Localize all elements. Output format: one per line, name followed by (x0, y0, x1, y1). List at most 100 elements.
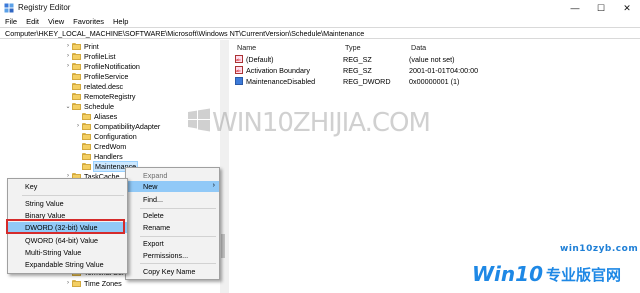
value-data: 2001-01-01T04:00:00 (409, 65, 479, 75)
value-data: 0x00000001 (1) (409, 76, 460, 86)
folder-icon (72, 82, 81, 90)
menu-edit[interactable]: Edit (26, 17, 39, 26)
menu-favorites[interactable]: Favorites (73, 17, 104, 26)
menu-separator (22, 195, 124, 196)
brand-logo-cn-text: 专业版官网 (546, 265, 622, 284)
menu-separator (140, 263, 216, 264)
title-bar: Registry Editor — ☐ ✕ (0, 0, 640, 17)
tree-item-time-zones[interactable]: › Time Zones (64, 278, 122, 288)
tree-item-profileservice[interactable]: ProfileService (64, 71, 128, 81)
submenu-item-multi-string-value[interactable]: Multi-String Value (8, 247, 127, 258)
window-title: Registry Editor (18, 3, 71, 12)
value-row[interactable]: MaintenanceDisabled REG_DWORD 0x00000001… (235, 76, 635, 86)
dword-value-icon (235, 77, 243, 85)
tree-item-handlers[interactable]: Handlers (74, 151, 123, 161)
column-header-name[interactable]: Name (237, 43, 256, 52)
tree-item-label: Configuration (94, 131, 137, 141)
submenu-item-string-value[interactable]: String Value (8, 198, 127, 209)
submenu-item-key[interactable]: Key (8, 181, 127, 192)
close-button[interactable]: ✕ (614, 0, 640, 16)
tree-item-print[interactable]: › Print (64, 41, 99, 51)
tree-item-schedule[interactable]: ⌄ Schedule (64, 101, 114, 111)
menu-file[interactable]: File (5, 17, 17, 26)
watermark-text: WIN10ZHIJIA.COM (212, 108, 431, 138)
folder-icon (72, 42, 81, 50)
menu-item-delete[interactable]: Delete (126, 210, 219, 221)
highlight-box (6, 219, 125, 234)
brand-logo-text: Win10 (472, 262, 543, 286)
submenu-arrow-icon: › (212, 182, 215, 189)
tree-item-credwom[interactable]: CredWom (74, 141, 126, 151)
tree-item-label: Handlers (94, 151, 123, 161)
tree-item-label: Schedule (84, 101, 114, 111)
chevron-right-icon[interactable]: › (64, 280, 72, 286)
chevron-right-icon[interactable]: › (74, 123, 82, 129)
column-header-type[interactable]: Type (345, 43, 361, 52)
folder-icon (72, 52, 81, 60)
maximize-button[interactable]: ☐ (588, 0, 614, 16)
chevron-right-icon[interactable]: › (64, 53, 72, 59)
string-value-icon (235, 66, 243, 74)
folder-icon (72, 62, 81, 70)
chevron-down-icon[interactable]: ⌄ (64, 103, 72, 110)
tree-item-label: ProfileService (84, 71, 129, 81)
menu-item-export[interactable]: Export (126, 238, 219, 249)
tree-item-profilenotification[interactable]: › ProfileNotification (64, 61, 140, 71)
value-row[interactable]: (Default) REG_SZ (value not set) (235, 54, 635, 64)
tree-item-label: CompatibilityAdapter (94, 121, 161, 131)
folder-icon (82, 132, 91, 140)
folder-icon (82, 122, 91, 130)
address-bar[interactable]: Computer\HKEY_LOCAL_MACHINE\SOFTWARE\Mic… (0, 27, 640, 39)
windows-logo-watermark-icon (188, 108, 210, 132)
folder-icon (82, 112, 91, 120)
menu-item-rename[interactable]: Rename (126, 222, 219, 233)
menu-item-permissions[interactable]: Permissions... (126, 250, 219, 261)
folder-icon (72, 279, 81, 287)
value-name: MaintenanceDisabled (246, 76, 316, 86)
tree-item-label: ProfileNotification (84, 61, 140, 71)
tree-item-aliases[interactable]: Aliases (74, 111, 117, 121)
string-value-icon (235, 55, 243, 63)
folder-icon (82, 162, 91, 170)
menu-item-find[interactable]: Find... (126, 194, 219, 205)
column-header-data[interactable]: Data (411, 43, 426, 52)
open-folder-icon (72, 102, 81, 110)
tree-item-profilelist[interactable]: › ProfileList (64, 51, 116, 61)
tree-item-label: related.desc (84, 81, 124, 91)
minimize-button[interactable]: — (562, 0, 588, 16)
tree-item-label: CredWom (94, 141, 127, 151)
tree-item-label: ProfileList (84, 51, 116, 61)
chevron-right-icon[interactable]: › (64, 63, 72, 69)
value-type: REG_SZ (343, 54, 372, 64)
value-data: (value not set) (409, 54, 455, 64)
folder-icon (72, 72, 81, 80)
submenu-item-qword-value[interactable]: QWORD (64-bit) Value (8, 235, 127, 246)
tree-item-compatibilityadapter[interactable]: › CompatibilityAdapter (74, 121, 160, 131)
tree-item-label: RemoteRegistry (84, 91, 136, 101)
tree-item-related-desc[interactable]: related.desc (64, 81, 123, 91)
menu-view[interactable]: View (48, 17, 64, 26)
values-pane: Name Type Data (Default) REG_SZ (value n… (229, 40, 640, 293)
tree-item-label: Aliases (94, 111, 118, 121)
tree-scrollbar-thumb[interactable] (221, 234, 225, 258)
folder-icon (82, 152, 91, 160)
value-type: REG_DWORD (343, 76, 391, 86)
menu-item-new[interactable]: New (126, 181, 219, 192)
chevron-right-icon[interactable]: › (64, 43, 72, 49)
value-row[interactable]: Activation Boundary REG_SZ 2001-01-01T04… (235, 65, 635, 75)
context-menu: Expand New › Find... Delete Rename Expor… (125, 167, 220, 280)
registry-editor-icon (4, 3, 14, 13)
tree-item-label: Time Zones (84, 278, 122, 288)
tree-item-label: Print (84, 41, 99, 51)
value-name: (Default) (246, 54, 274, 64)
value-type: REG_SZ (343, 65, 372, 75)
menu-item-copy-key-name[interactable]: Copy Key Name (126, 266, 219, 277)
tree-item-configuration[interactable]: Configuration (74, 131, 137, 141)
menu-help[interactable]: Help (113, 17, 128, 26)
value-name: Activation Boundary (246, 65, 310, 75)
tree-item-remoteregistry[interactable]: RemoteRegistry (64, 91, 136, 101)
submenu-item-expandable-string-value[interactable]: Expandable String Value (8, 259, 127, 270)
menu-separator (140, 236, 216, 237)
menu-item-expand[interactable]: Expand (126, 170, 219, 181)
folder-icon (72, 92, 81, 100)
